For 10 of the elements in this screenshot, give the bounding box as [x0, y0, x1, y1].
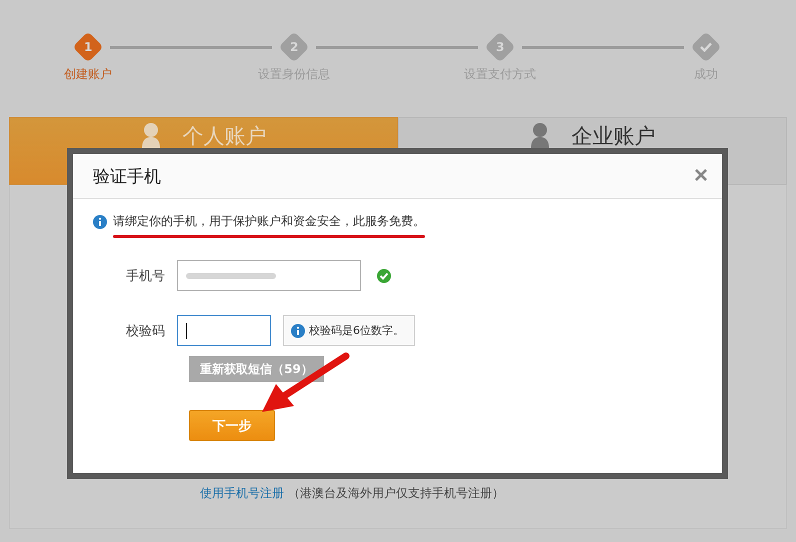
step-marker: 2: [278, 31, 310, 63]
notice-text: 请绑定你的手机，用于保护账户和资金安全，此服务免费。: [113, 213, 425, 230]
hint-text: 校验码是6位数字。: [309, 323, 404, 338]
dialog-title: 验证手机: [93, 166, 161, 188]
field-label: 手机号: [125, 268, 166, 284]
register-note: （港澳台及海外用户仅支持手机号注册）: [288, 486, 504, 500]
field-label: 校验码: [125, 322, 166, 340]
step-marker: 3: [484, 31, 516, 63]
step-marker: 1: [72, 31, 104, 63]
step-label: 创建账户: [64, 66, 112, 83]
